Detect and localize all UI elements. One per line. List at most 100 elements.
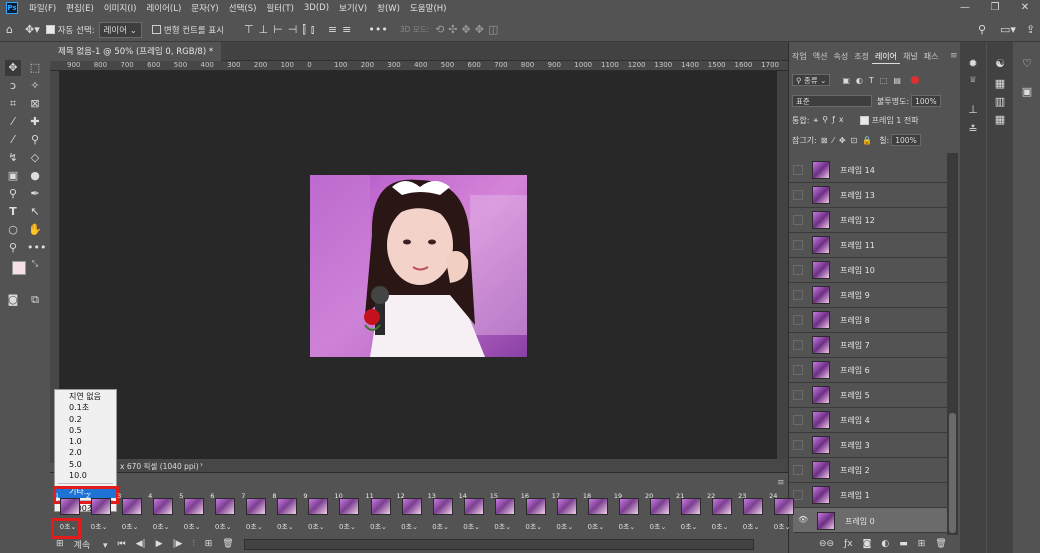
delay-option-1-0[interactable]: 1.0 (55, 436, 116, 447)
gradients-icon[interactable]: ▥ (991, 94, 1009, 110)
menu-file[interactable]: 파일(F) (24, 2, 61, 14)
3d-mode-icons[interactable]: ⟲✣✥✥◫ (429, 23, 508, 36)
tab-actions[interactable]: 액션 (810, 50, 831, 64)
frame-delay-dropdown[interactable]: 0초⌄ (396, 522, 424, 533)
tween-icon[interactable]: ⫶ (192, 539, 194, 549)
tab-properties[interactable]: 속성 (830, 50, 851, 64)
minimize-button[interactable]: — (950, 0, 980, 16)
libraries-icon[interactable]: ▣ (1018, 84, 1036, 100)
frame-delay-dropdown[interactable]: 0초⌄ (178, 522, 206, 533)
layer-row[interactable]: 프레임 9 (789, 283, 947, 308)
hand-tool-icon[interactable]: ✋ (27, 222, 43, 238)
frame-delay-dropdown[interactable]: 0초⌄ (271, 522, 299, 533)
more-options-icon[interactable]: ••• (362, 23, 393, 36)
eraser-tool-icon[interactable]: ◇ (27, 150, 43, 166)
timeline-frame[interactable]: 8 (271, 492, 299, 519)
timeline-frame[interactable]: 1 (54, 492, 82, 519)
frame-delay-dropdown[interactable]: 0초⌄ (365, 522, 393, 533)
timeline-frame[interactable]: 10 (333, 492, 361, 519)
layer-scroll-thumb[interactable] (949, 413, 956, 533)
delay-option-0-1[interactable]: 0.1초 (55, 402, 116, 413)
frame-delay-dropdown[interactable]: 0초⌄ (54, 522, 82, 533)
frame-delay-dropdown[interactable]: 0초⌄ (458, 522, 486, 533)
convert-timeline-icon[interactable]: ⊞ (56, 539, 64, 549)
visibility-toggle[interactable] (793, 465, 803, 475)
more-tools-icon[interactable]: ••• (27, 240, 46, 256)
frame-delay-dropdown[interactable]: 0초⌄ (147, 522, 175, 533)
layer-row[interactable]: 프레임 5 (789, 383, 947, 408)
layer-row[interactable]: 프레임 11 (789, 233, 947, 258)
search-icon[interactable]: ⚲ (972, 23, 992, 36)
menu-image[interactable]: 이미지(I) (99, 2, 142, 14)
filter-toggle-icon[interactable] (910, 76, 919, 84)
prev-frame-icon[interactable]: ◀| (136, 539, 146, 549)
layer-row[interactable]: 프레임 14 (789, 158, 947, 183)
timeline-frame[interactable]: 18 (582, 492, 610, 519)
visibility-toggle[interactable] (793, 215, 803, 225)
loop-dropdown[interactable]: 계속 ▾ (74, 538, 108, 551)
timeline-menu-icon[interactable]: ≡ (777, 478, 785, 488)
panel-menu-icon[interactable]: ≡ (950, 51, 958, 61)
timeline-scrollbar[interactable] (243, 538, 754, 550)
color-icon[interactable]: ☯ (991, 56, 1009, 72)
close-button[interactable]: ✕ (1010, 0, 1040, 16)
home-icon[interactable]: ⌂ (0, 23, 19, 36)
auto-select-dropdown[interactable]: 레이어 ⌄ (98, 21, 142, 38)
frame-delay-dropdown[interactable]: 0초⌄ (737, 522, 765, 533)
layer-row[interactable]: 프레임 12 (789, 208, 947, 233)
quick-mask-icon[interactable]: ◙ (5, 292, 21, 308)
delay-option-5-0[interactable]: 5.0 (55, 459, 116, 470)
menu-layer[interactable]: 레이어(L) (141, 2, 186, 14)
group-icon[interactable]: ▬ (899, 539, 908, 549)
opacity-input[interactable]: 100% (911, 95, 941, 107)
timeline-frame[interactable]: 4 (147, 492, 175, 519)
layer-kind-dropdown[interactable]: ⚲ 종류 ⌄ (792, 74, 831, 86)
new-layer-icon[interactable]: ⊞ (918, 539, 926, 549)
restore-button[interactable]: ❐ (980, 0, 1010, 16)
layer-row[interactable]: 프레임 3 (789, 433, 947, 458)
pen-tool-icon[interactable]: ✒ (27, 186, 43, 202)
frame-delay-dropdown[interactable]: 0초⌄ (209, 522, 237, 533)
timeline-frame[interactable]: 3 (116, 492, 144, 519)
delay-option-2-0[interactable]: 2.0 (55, 447, 116, 458)
zoom-tool-icon[interactable]: ⚲ (5, 240, 21, 256)
clone-source-icon[interactable]: ⊥ (964, 102, 982, 118)
menu-view[interactable]: 보기(V) (334, 2, 372, 14)
visibility-toggle[interactable] (793, 415, 803, 425)
blur-tool-icon[interactable]: ● (27, 168, 43, 184)
visibility-toggle[interactable] (793, 440, 803, 450)
gradient-tool-icon[interactable]: ▣ (5, 168, 21, 184)
visibility-toggle[interactable] (793, 315, 803, 325)
layer-scrollbar[interactable] (947, 153, 958, 535)
lasso-tool-icon[interactable]: ↄ (5, 78, 21, 94)
frame-delay-dropdown[interactable]: 0초⌄ (427, 522, 455, 533)
swap-colors-icon[interactable]: ⤡ (27, 256, 43, 272)
path-selection-icon[interactable]: ↖ (27, 204, 43, 220)
menu-select[interactable]: 선택(S) (224, 2, 262, 14)
frame-delay-dropdown[interactable]: 0초⌄ (582, 522, 610, 533)
align-icons[interactable]: ⊤⊥⊢⊣⫿⫾ ≡≡ (238, 23, 362, 37)
frame-delay-dropdown[interactable]: 0초⌄ (706, 522, 734, 533)
timeline-frame[interactable]: 20 (644, 492, 672, 519)
frame-tool-icon[interactable]: ⊠ (27, 96, 43, 112)
filter-icons[interactable]: ▣◐T⬚▤ (842, 76, 907, 85)
duplicate-frame-icon[interactable]: ⊞ (205, 539, 213, 549)
timeline-frame[interactable]: 9 (302, 492, 330, 519)
frame-delay-dropdown[interactable]: 0초⌄ (240, 522, 268, 533)
layer-row[interactable]: 프레임 1 (789, 483, 947, 508)
tab-adjustments[interactable]: 조정 (851, 50, 872, 64)
crop-tool-icon[interactable]: ⌗ (5, 96, 21, 112)
layer-row[interactable]: 👁 프레임 0 (793, 508, 947, 533)
timeline-frame[interactable]: 2 (85, 492, 113, 519)
swatches-icon[interactable]: ▦ (991, 76, 1009, 92)
frame-delay-dropdown[interactable]: 0초⌄ (768, 522, 796, 533)
delay-option-none[interactable]: 지연 없음 (55, 391, 116, 402)
frame-delay-dropdown[interactable]: 0초⌄ (613, 522, 641, 533)
learn-icon[interactable]: ♡ (1018, 56, 1036, 72)
move-tool-icon[interactable]: ✥▾ (19, 23, 46, 36)
visibility-toggle[interactable] (793, 240, 803, 250)
healing-brush-icon[interactable]: ✚ (27, 114, 43, 130)
frame-delay-dropdown[interactable]: 0초⌄ (333, 522, 361, 533)
patterns-icon[interactable]: ▦ (991, 112, 1009, 128)
marquee-tool-icon[interactable]: ⬚ (27, 60, 43, 76)
